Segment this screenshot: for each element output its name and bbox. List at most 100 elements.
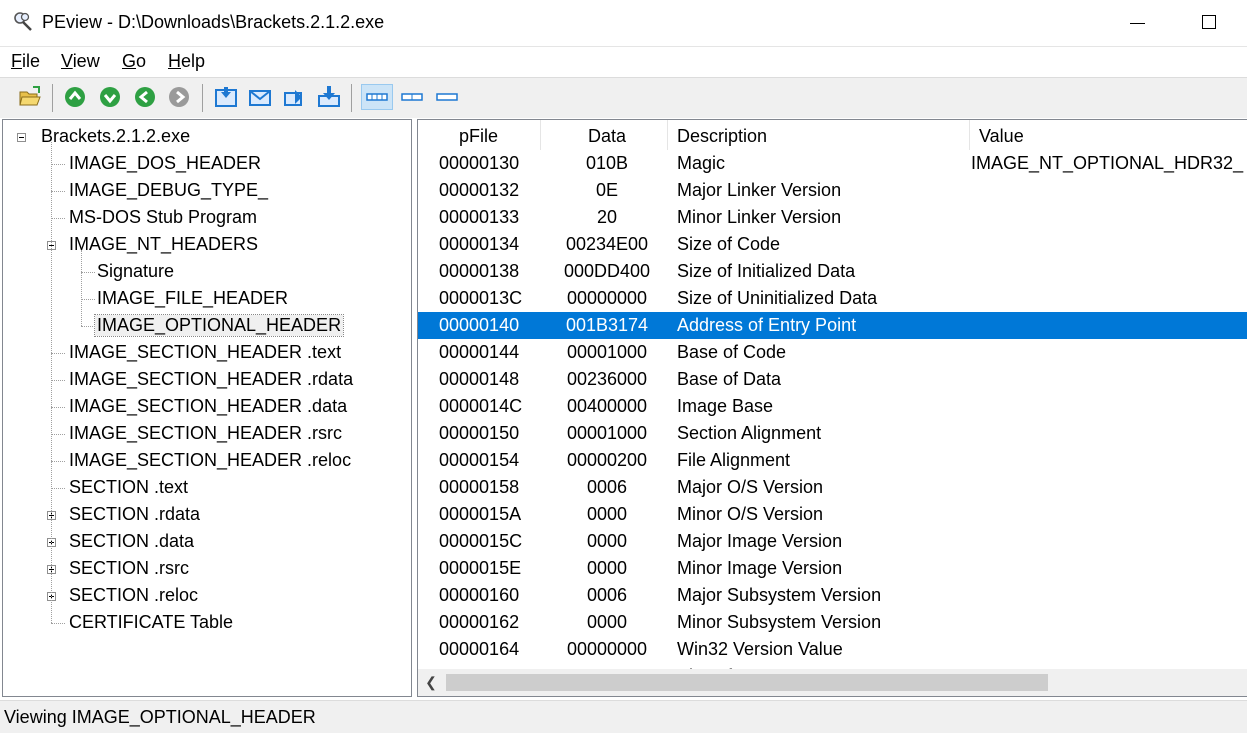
tree-item[interactable]: SECTION .reloc: [3, 582, 411, 609]
tree-item[interactable]: IMAGE_FILE_HEADER: [3, 285, 411, 312]
tree-item[interactable]: SECTION .rsrc: [3, 555, 411, 582]
tree-item-label: SECTION .reloc: [69, 585, 199, 605]
tree-item[interactable]: SECTION .text: [3, 474, 411, 501]
view-qword-icon[interactable]: [316, 84, 342, 110]
tree-item[interactable]: MS-DOS Stub Program: [3, 204, 411, 231]
tree-item[interactable]: IMAGE_NT_HEADERS: [3, 231, 411, 258]
tree-item[interactable]: IMAGE_SECTION_HEADER .rdata: [3, 366, 411, 393]
tree-item[interactable]: SECTION .rdata: [3, 501, 411, 528]
menu-file[interactable]: File: [11, 51, 40, 72]
column-header-description[interactable]: Description: [677, 126, 767, 147]
column-header-data[interactable]: Data: [588, 126, 626, 147]
table-row[interactable]: 0000013C 00000000 Size of Uninitialized Da…: [418, 285, 1247, 312]
structure-tree[interactable]: Brackets.2.1.2.exe IMAGE_DOS_HEADER IMAGE…: [2, 119, 412, 697]
menu-view-label: iew: [72, 51, 100, 71]
tree-item[interactable]: IMAGE_SECTION_HEADER .data: [3, 393, 411, 420]
view-medium-icon[interactable]: [397, 84, 427, 110]
down-arrow-icon[interactable]: [97, 84, 123, 110]
tree-connector: [81, 326, 95, 327]
cell-pfile: 00000140: [439, 315, 520, 335]
column-header-pfile[interactable]: pFile: [459, 126, 498, 147]
tree-item[interactable]: IMAGE_SECTION_HEADER .reloc: [3, 447, 411, 474]
menu-view[interactable]: View: [61, 51, 100, 72]
cell-description: Minor Subsystem Version: [677, 612, 882, 632]
view-byte-icon[interactable]: [213, 84, 239, 110]
tree-item[interactable]: IMAGE_OPTIONAL_HEADER: [3, 312, 411, 339]
table-row[interactable]: 00000164 00000000 Win32 Version Value: [418, 636, 1247, 663]
table-row[interactable]: 00000130 010B Magic IMAGE_NT_OPTIONAL_HDR32…: [418, 150, 1247, 177]
tree-item[interactable]: Signature: [3, 258, 411, 285]
cell-description: Section Alignment: [677, 423, 822, 443]
menu-help[interactable]: Help: [168, 51, 205, 72]
menu-view-accel: V: [61, 51, 73, 71]
tree-item-label: IMAGE_OPTIONAL_HEADER: [93, 314, 345, 337]
up-arrow-icon[interactable]: [62, 84, 88, 110]
tree-connector: [51, 142, 52, 623]
tree-item[interactable]: CERTIFICATE Table: [3, 609, 411, 636]
collapse-minus-icon[interactable]: [17, 133, 26, 142]
cell-data: 00000000: [566, 639, 648, 659]
toolbar-separator: [52, 84, 53, 112]
table-row[interactable]: 00000140 001B3174 Address of Entry Point: [418, 312, 1247, 339]
tree-item[interactable]: SECTION .data: [3, 528, 411, 555]
tree-item-label: SECTION .data: [69, 531, 195, 551]
cell-pfile: 00000132: [439, 180, 520, 200]
cell-description: Minor O/S Version: [677, 504, 824, 524]
view-narrow-icon[interactable]: [432, 84, 462, 110]
table-row[interactable]: 0000015C 0000 Major Image Version: [418, 528, 1247, 555]
maximize-button[interactable]: [1186, 8, 1230, 38]
tree-item-label: IMAGE_SECTION_HEADER .text: [69, 342, 342, 362]
cell-description: Base of Data: [677, 369, 782, 389]
tree-item-label: SECTION .text: [69, 477, 189, 497]
cell-description: Size of Code: [677, 234, 781, 254]
column-divider[interactable]: [667, 120, 668, 150]
tree-item[interactable]: IMAGE_DEBUG_TYPE_: [3, 177, 411, 204]
tree-item-label: IMAGE_FILE_HEADER: [97, 288, 289, 308]
column-divider[interactable]: [540, 120, 541, 150]
cell-pfile: 00000144: [439, 342, 520, 362]
table-row[interactable]: 00000132 0E Major Linker Version: [418, 177, 1247, 204]
tree-connector: [81, 272, 95, 273]
table-row[interactable]: 0000015E 0000 Minor Image Version: [418, 555, 1247, 582]
table-row[interactable]: 00000162 0000 Minor Subsystem Version: [418, 609, 1247, 636]
horizontal-scrollbar[interactable]: ❮: [418, 669, 1247, 696]
forward-arrow-icon[interactable]: [166, 84, 192, 110]
scroll-left-arrow-icon[interactable]: ❮: [418, 669, 444, 696]
tree-item[interactable]: IMAGE_DOS_HEADER: [3, 150, 411, 177]
column-divider[interactable]: [969, 120, 970, 150]
tree-item-label: Signature: [97, 261, 175, 281]
status-bar: Viewing IMAGE_OPTIONAL_HEADER: [0, 700, 1247, 733]
open-folder-icon[interactable]: [17, 84, 43, 110]
column-header-value[interactable]: Value: [979, 126, 1024, 147]
scrollbar-thumb[interactable]: [446, 674, 1048, 691]
table-row[interactable]: 0000015A 0000 Minor O/S Version: [418, 501, 1247, 528]
cell-pfile: 00000134: [439, 234, 520, 254]
tree-root-item[interactable]: Brackets.2.1.2.exe: [3, 123, 411, 150]
menu-go[interactable]: Go: [122, 51, 146, 72]
details-list[interactable]: pFile Data Description Value 00000130 010…: [417, 119, 1247, 697]
cell-pfile: 0000014C: [439, 396, 523, 416]
table-row[interactable]: 00000160 0006 Major Subsystem Version: [418, 582, 1247, 609]
title-bar: PEview - D:\Downloads\Brackets.2.1.2.exe: [0, 0, 1247, 46]
table-row[interactable]: 00000150 00001000 Section Alignment: [418, 420, 1247, 447]
table-row[interactable]: 00000133 20 Minor Linker Version: [418, 204, 1247, 231]
tree-item[interactable]: IMAGE_SECTION_HEADER .rsrc: [3, 420, 411, 447]
tree-item-label: IMAGE_DEBUG_TYPE_: [69, 180, 269, 200]
table-row[interactable]: 00000138 000DD400 Size of Initialized Data: [418, 258, 1247, 285]
tree-item[interactable]: IMAGE_SECTION_HEADER .text: [3, 339, 411, 366]
table-row[interactable]: 00000154 00000200 File Alignment: [418, 447, 1247, 474]
table-row[interactable]: 0000014C 00400000 Image Base: [418, 393, 1247, 420]
table-row[interactable]: 00000134 00234E00 Size of Code: [418, 231, 1247, 258]
minimize-button[interactable]: [1114, 8, 1158, 38]
view-wide-icon[interactable]: [361, 84, 393, 110]
view-word-icon[interactable]: [247, 84, 273, 110]
table-row[interactable]: 00000144 00001000 Base of Code: [418, 339, 1247, 366]
table-row[interactable]: 00000148 00236000 Base of Data: [418, 366, 1247, 393]
cell-description: Major Subsystem Version: [677, 585, 882, 605]
table-row[interactable]: 00000158 0006 Major O/S Version: [418, 474, 1247, 501]
cell-pfile: 00000150: [439, 423, 520, 443]
view-dword-icon[interactable]: [282, 84, 308, 110]
cell-data: 00000200: [566, 450, 648, 470]
tree-item-label: SECTION .rsrc: [69, 558, 189, 578]
back-arrow-icon[interactable]: [132, 84, 158, 110]
